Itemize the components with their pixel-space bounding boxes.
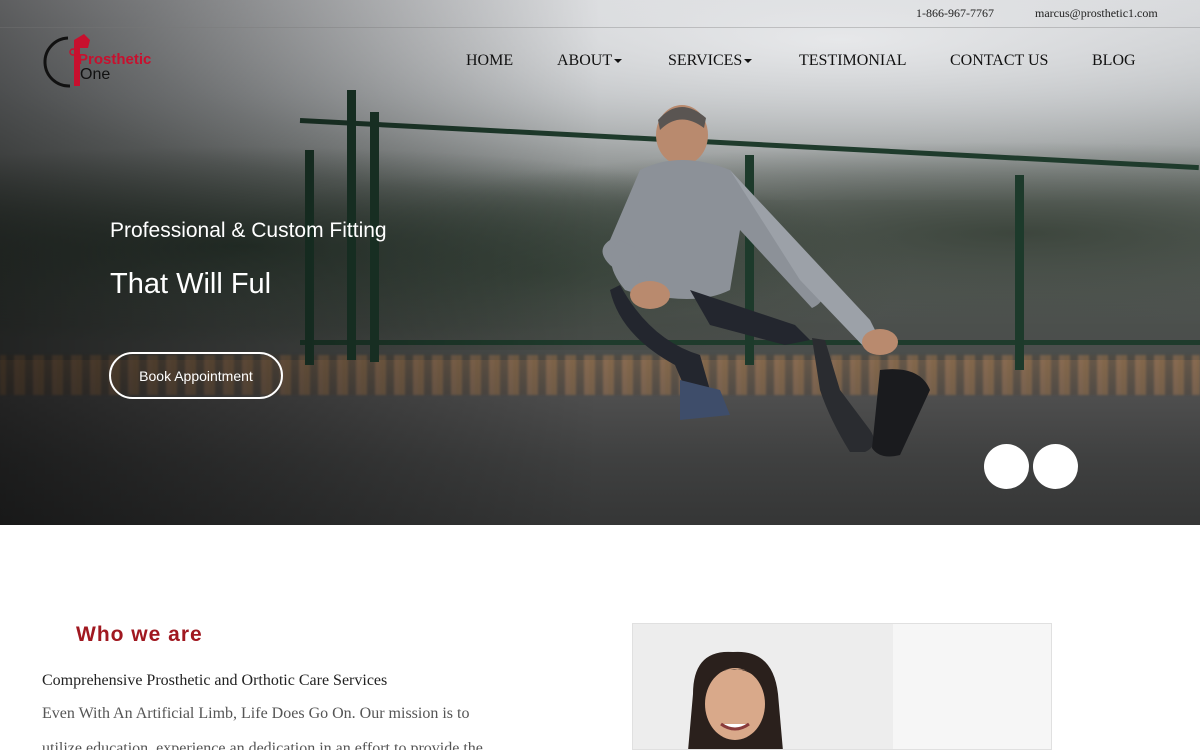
slider-dot-2[interactable] xyxy=(1033,444,1078,489)
person-photo-image xyxy=(633,624,1051,749)
phone-link[interactable]: 1-866-967-7767 xyxy=(916,6,994,21)
caret-down-icon xyxy=(614,59,623,64)
book-appointment-button[interactable]: Book Appointment xyxy=(109,352,283,399)
nav-item-blog[interactable]: BLOG xyxy=(1092,52,1136,70)
fence-post xyxy=(1015,175,1024,370)
section-subheading: Comprehensive Prosthetic and Orthotic Ca… xyxy=(42,672,388,689)
nav-item-services[interactable]: SERVICES xyxy=(668,52,753,70)
nav-label: SERVICES xyxy=(668,52,743,69)
section-body-text: Even With An Artificial Limb, Life Does … xyxy=(42,705,483,750)
top-contact-bar: 1-866-967-7767 marcus@prosthetic1.com xyxy=(0,0,1200,28)
hero-banner xyxy=(0,0,1200,525)
nav-item-about[interactable]: ABOUT xyxy=(557,52,623,70)
nav-item-home[interactable]: HOME xyxy=(466,52,513,70)
nav-label: TESTIMONIAL xyxy=(799,52,907,69)
email-link[interactable]: marcus@prosthetic1.com xyxy=(1035,6,1158,21)
nav-label: ABOUT xyxy=(557,52,613,69)
about-photo xyxy=(632,623,1052,750)
nav-item-testimonial[interactable]: TESTIMONIAL xyxy=(799,52,907,70)
hero-title: That Will Ful xyxy=(110,268,272,300)
athlete-image xyxy=(602,105,930,457)
nav-label: BLOG xyxy=(1092,52,1136,69)
caret-down-icon xyxy=(744,59,753,64)
slider-dot-1[interactable] xyxy=(984,444,1029,489)
nav-label: HOME xyxy=(466,52,514,69)
main-nav: HOME ABOUT SERVICES TESTIMONIAL CONTACT … xyxy=(0,52,1200,72)
hero-subtitle: Professional & Custom Fitting xyxy=(110,219,387,242)
nav-item-contact-us[interactable]: CONTACT US xyxy=(950,52,1048,70)
section-heading: Who we are xyxy=(76,623,203,646)
nav-label: CONTACT US xyxy=(950,52,1049,69)
